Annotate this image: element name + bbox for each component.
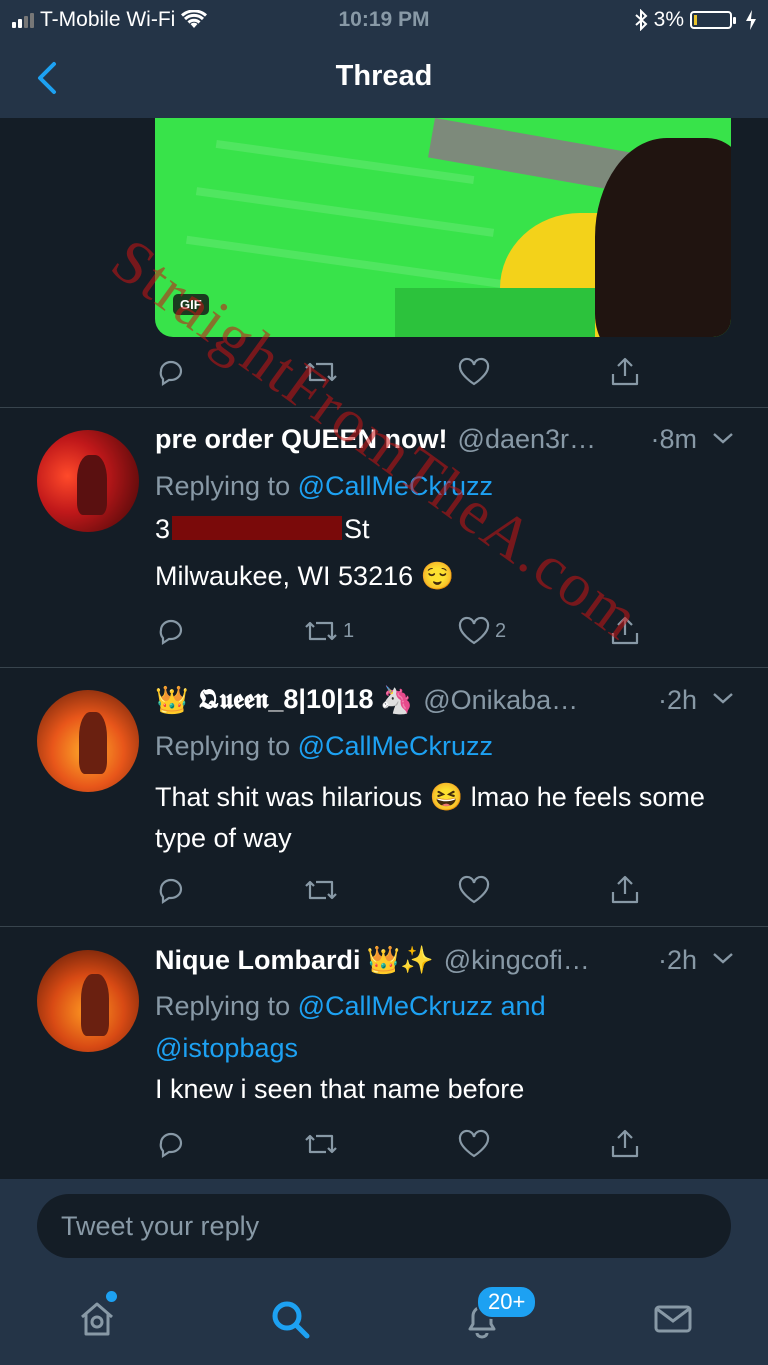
- nav-bar: Thread: [0, 40, 768, 118]
- avatar[interactable]: [37, 430, 139, 532]
- gif-badge: GIF: [173, 294, 209, 315]
- crown-sparkles-emoji: 👑✨: [366, 945, 434, 975]
- tweet-text: St: [344, 514, 370, 544]
- crown-emoji: 👑: [155, 685, 189, 715]
- chevron-down-icon[interactable]: [711, 690, 735, 706]
- reply-button[interactable]: [155, 1128, 187, 1160]
- display-name[interactable]: 𝕼𝖚𝖊𝖊𝖓_8|10|18: [199, 684, 374, 716]
- retweet-button[interactable]: [303, 356, 339, 388]
- unicorn-emoji: 🦄: [379, 685, 414, 715]
- share-button[interactable]: [609, 615, 641, 647]
- tweet-text: That shit was hilarious 😆 lmao he feels …: [155, 782, 705, 853]
- retweet-button[interactable]: 1: [303, 615, 354, 647]
- tweet-time: ·8m: [650, 424, 698, 454]
- share-icon: [611, 875, 639, 904]
- tweet-header: 👑 𝕼𝖚𝖊𝖊𝖓_8|10|18 🦄 @Onikaba… ·2h: [155, 684, 735, 716]
- gif-frame-shape: [595, 138, 731, 337]
- share-icon: [611, 357, 639, 386]
- gif-media[interactable]: GIF: [155, 118, 731, 337]
- gif-frame-shape: [395, 288, 595, 337]
- mention-link[interactable]: @CallMeCkruzz: [298, 731, 493, 761]
- share-button[interactable]: [609, 874, 641, 906]
- username[interactable]: @daen3r…: [458, 424, 596, 455]
- tweet-body: 3 St Milwaukee, WI 53216 😌: [155, 509, 735, 597]
- username[interactable]: @Onikaba…: [423, 685, 578, 716]
- like-button[interactable]: [457, 356, 491, 388]
- share-icon: [611, 1129, 639, 1158]
- reply-input[interactable]: [37, 1194, 731, 1258]
- divider: [0, 926, 768, 927]
- replying-label: Replying to: [155, 991, 291, 1021]
- tweet-header: pre order QUEEN now! @daen3r… ·8m: [155, 424, 735, 455]
- replying-label: Replying to: [155, 731, 291, 761]
- heart-icon: [458, 357, 490, 386]
- replying-to: Replying to @CallMeCkruzz and @istopbags: [155, 985, 546, 1069]
- reply-icon: [159, 878, 183, 905]
- tweet-text: Milwaukee, WI 53216 😌: [155, 561, 455, 591]
- tweet-actions: 1 2: [155, 615, 655, 655]
- tweet-actions: [155, 874, 655, 914]
- page-title: Thread: [335, 60, 433, 92]
- tweet-actions: [155, 356, 655, 396]
- tweet-time: ·2h: [657, 944, 697, 975]
- heart-icon: [458, 1129, 490, 1158]
- avatar[interactable]: [37, 690, 139, 792]
- like-count: 2: [495, 619, 507, 642]
- reply-icon: [159, 360, 183, 387]
- home-icon[interactable]: [77, 1299, 117, 1339]
- tweet-actions: [155, 1128, 655, 1168]
- notifications-badge: 20+: [476, 1285, 538, 1319]
- display-name[interactable]: Nique Lombardi: [155, 945, 361, 976]
- redaction-bar: [172, 516, 343, 540]
- display-name[interactable]: pre order QUEEN now!: [155, 424, 448, 455]
- username[interactable]: @kingcofi…: [444, 945, 590, 976]
- chevron-down-icon[interactable]: [711, 950, 735, 966]
- mention-link[interactable]: @istopbags: [155, 1033, 298, 1063]
- replying-to: Replying to @CallMeCkruzz: [155, 725, 493, 767]
- tweet-text: I knew i seen that name before: [155, 1074, 525, 1104]
- mention-link[interactable]: @CallMeCkruzz: [298, 471, 493, 501]
- replying-to: Replying to @CallMeCkruzz: [155, 465, 493, 507]
- tweet-time: ·2h: [657, 684, 697, 715]
- retweet-icon: [305, 621, 337, 641]
- heart-icon: [458, 875, 490, 904]
- heart-icon: [458, 616, 490, 645]
- share-button[interactable]: [609, 1128, 641, 1160]
- chevron-down-icon[interactable]: [711, 430, 735, 446]
- retweet-icon: [305, 1134, 337, 1154]
- bluetooth-icon: [634, 9, 648, 31]
- retweet-button[interactable]: [303, 874, 339, 906]
- retweet-icon: [305, 880, 337, 900]
- battery-percent: 3%: [653, 8, 684, 31]
- charging-icon: [746, 10, 756, 30]
- tweet-text: 3: [155, 514, 171, 544]
- top-bar: T-Mobile Wi-Fi 10:19 PM 3% Thread: [0, 0, 768, 118]
- reply-button[interactable]: [155, 874, 187, 906]
- like-button[interactable]: 2: [457, 615, 506, 647]
- share-button[interactable]: [609, 356, 641, 388]
- mention-link[interactable]: @CallMeCkruzz and: [298, 991, 546, 1021]
- retweet-icon: [305, 362, 337, 382]
- messages-envelope-icon[interactable]: [653, 1299, 693, 1339]
- like-button[interactable]: [457, 1128, 491, 1160]
- reply-icon: [159, 1132, 183, 1159]
- reply-icon: [159, 619, 183, 646]
- reply-button[interactable]: [155, 615, 187, 647]
- like-button[interactable]: [457, 874, 491, 906]
- share-icon: [611, 616, 639, 645]
- replying-label: Replying to: [155, 471, 291, 501]
- divider: [0, 407, 768, 408]
- retweet-button[interactable]: [303, 1128, 339, 1160]
- retweet-count: 1: [343, 619, 355, 642]
- battery-icon: [690, 11, 736, 29]
- avatar[interactable]: [37, 950, 139, 1052]
- tweet-header: Nique Lombardi 👑✨ @kingcofi… ·2h: [155, 944, 735, 976]
- divider: [0, 667, 768, 668]
- status-bar: T-Mobile Wi-Fi 10:19 PM 3%: [0, 0, 768, 40]
- home-new-dot: [106, 1291, 117, 1302]
- reply-button[interactable]: [155, 356, 187, 388]
- bottom-bar: [0, 1179, 768, 1365]
- search-icon[interactable]: [270, 1299, 312, 1341]
